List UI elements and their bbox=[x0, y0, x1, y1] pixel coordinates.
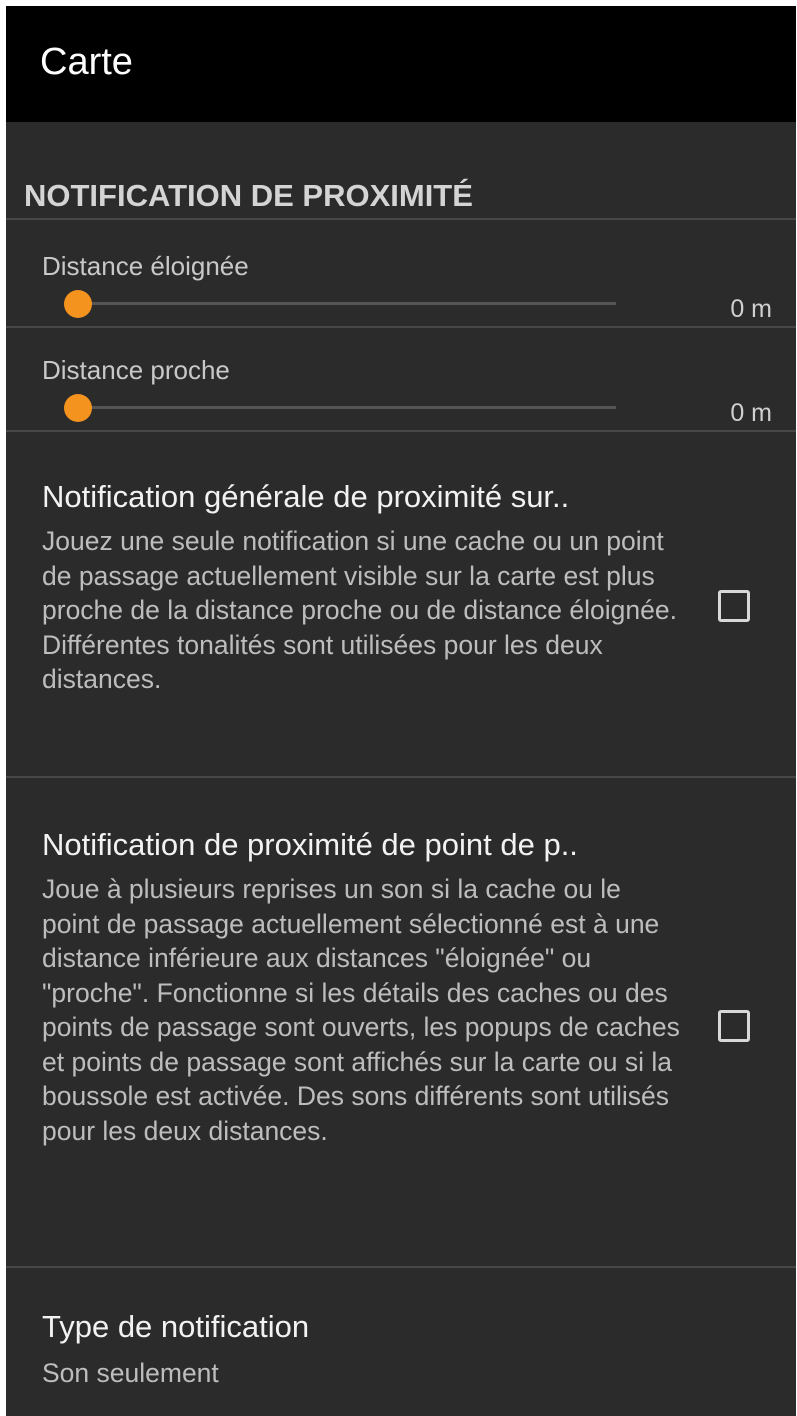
toolbar: Carte bbox=[6, 6, 796, 122]
divider bbox=[6, 326, 796, 328]
notification-type-title: Type de notification bbox=[42, 1309, 310, 1344]
far-distance-label: Distance éloignée bbox=[42, 251, 249, 281]
divider bbox=[6, 776, 796, 778]
settings-screen: Carte NOTIFICATION DE PROXIMITÉ Distance… bbox=[6, 6, 796, 1416]
far-distance-value: 0 m bbox=[730, 295, 772, 323]
far-distance-slider-thumb[interactable] bbox=[64, 290, 92, 318]
waypoint-proximity-summary: Joue à plusieurs reprises un son si la c… bbox=[42, 874, 680, 1146]
notification-type-summary: Son seulement bbox=[42, 1358, 219, 1388]
general-proximity-title: Notification générale de proximité sur.. bbox=[42, 479, 570, 514]
close-distance-slider-thumb[interactable] bbox=[64, 394, 92, 422]
general-proximity-checkbox[interactable] bbox=[718, 590, 750, 622]
close-distance-slider-track[interactable] bbox=[78, 406, 616, 409]
section-divider bbox=[6, 218, 796, 220]
divider bbox=[6, 1266, 796, 1268]
toolbar-title: Carte bbox=[40, 41, 133, 83]
waypoint-proximity-checkbox[interactable] bbox=[718, 1010, 750, 1042]
general-proximity-summary: Jouez une seule notification si une cach… bbox=[42, 526, 677, 694]
far-distance-slider-track[interactable] bbox=[78, 302, 616, 305]
section-header-proximity: NOTIFICATION DE PROXIMITÉ bbox=[24, 178, 473, 213]
divider bbox=[6, 430, 796, 432]
close-distance-value: 0 m bbox=[730, 399, 772, 427]
waypoint-proximity-title: Notification de proximité de point de p.… bbox=[42, 827, 578, 862]
close-distance-label: Distance proche bbox=[42, 355, 230, 385]
